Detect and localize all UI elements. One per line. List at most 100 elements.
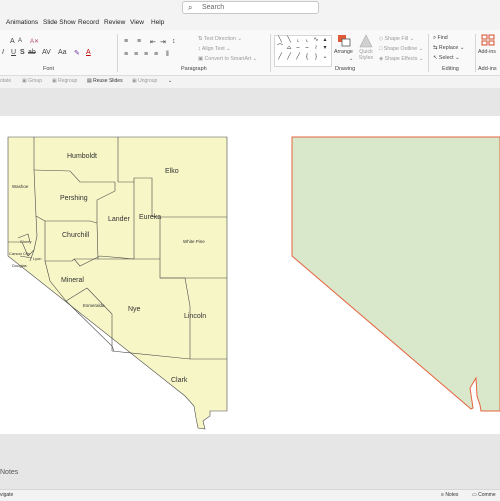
- search-icon: ⌕: [188, 3, 193, 12]
- group-label: Group: [28, 78, 43, 84]
- align-text-button[interactable]: ↕ Align Text ⌄: [198, 46, 231, 52]
- shape-fill-label: Shape Fill: [384, 36, 409, 42]
- scroll-up-icon[interactable]: ▴: [321, 37, 329, 44]
- county-label-carson-city: Carson City: [9, 251, 30, 256]
- tab-record[interactable]: Record: [78, 19, 99, 26]
- nevada-outline-counties[interactable]: [7, 136, 228, 430]
- tab-review[interactable]: Review: [104, 19, 125, 26]
- change-case-icon[interactable]: Aa: [58, 49, 67, 56]
- tab-animations[interactable]: Animations: [6, 19, 38, 26]
- replace-button[interactable]: ⇆ Replace ⌄: [433, 45, 464, 51]
- brace-shape-icon[interactable]: {: [303, 54, 311, 61]
- text-direction-button[interactable]: ⇅ Text Direction ⌄: [198, 36, 242, 42]
- gallery-more-icon[interactable]: ⌄: [321, 54, 329, 61]
- addins-icon[interactable]: [481, 34, 495, 46]
- group-label-font: Font: [43, 66, 55, 72]
- increase-indent-icon[interactable]: ⇥: [160, 38, 166, 46]
- elbow-connector-icon[interactable]: ⌞: [303, 37, 311, 44]
- search-input[interactable]: ⌕ Search: [182, 1, 319, 14]
- highlight-icon[interactable]: ✎: [74, 49, 80, 57]
- county-label-white-pine: White Pine: [183, 239, 205, 244]
- separator: [475, 34, 476, 72]
- scroll-down-icon[interactable]: ▾: [321, 45, 329, 52]
- align-text-label: Align Text: [201, 46, 225, 52]
- convert-smartart-button[interactable]: ▣ Convert to SmartArt ⌄: [198, 56, 257, 62]
- find-button[interactable]: ⌕ Find: [433, 35, 448, 42]
- line-shape-icon[interactable]: ╲: [276, 37, 284, 44]
- comments-button[interactable]: ▭ Comme: [472, 492, 496, 498]
- quick-styles-label[interactable]: Quick Styles: [357, 49, 375, 61]
- county-label-mineral: Mineral: [61, 277, 84, 284]
- brace-shape-icon[interactable]: }: [312, 54, 320, 61]
- shape-fill-button[interactable]: ◇ Shape Fill ⌄: [379, 36, 414, 42]
- county-label-lincoln: Lincoln: [184, 313, 207, 320]
- county-map[interactable]: [7, 136, 228, 430]
- notes-pane[interactable]: Notes: [0, 469, 18, 476]
- slide-canvas[interactable]: Humboldt Elko Washoe Pershing Lander Eur…: [0, 116, 500, 434]
- arrange-button-label[interactable]: Arrange: [334, 49, 353, 55]
- tab-help[interactable]: Help: [151, 19, 164, 26]
- underline-icon[interactable]: U: [11, 49, 16, 56]
- font-name-box[interactable]: [0, 38, 110, 46]
- separator: [428, 34, 429, 72]
- county-label-lyon: Lyon: [33, 256, 42, 261]
- curve-shape-icon[interactable]: ⌓: [285, 45, 293, 52]
- notes-button[interactable]: ≡ Notes: [441, 492, 458, 498]
- ungroup-button[interactable]: ▣ Ungroup: [132, 78, 157, 84]
- ungroup-label: Ungroup: [138, 78, 158, 84]
- strikethrough-icon[interactable]: ab: [28, 49, 36, 56]
- group-button[interactable]: ▣ Group: [22, 78, 42, 84]
- county-label-douglas: Douglas: [12, 263, 27, 268]
- ribbon: I U S ab AV Aa ✎ A A A A✕ Font ≡ ≡ ⇤ ⇥ ↕…: [0, 30, 500, 76]
- shape-effects-label: Shape Effects: [384, 56, 418, 62]
- curve-shape-icon[interactable]: ⌒: [276, 45, 284, 52]
- increase-font-icon[interactable]: A: [10, 38, 15, 45]
- connector-shape-icon[interactable]: ╱: [294, 54, 302, 61]
- group-label-drawing: Drawing: [335, 66, 356, 72]
- reuse-slides-button[interactable]: ▤ Reuse Slides: [87, 78, 123, 84]
- curve-shape-icon[interactable]: ∿: [312, 37, 320, 44]
- italic-icon[interactable]: I: [2, 49, 4, 56]
- arc-shape-icon[interactable]: ⌣: [303, 45, 311, 52]
- customize-toolbar-icon[interactable]: ⌄: [168, 78, 172, 84]
- menu-bar: Animations Slide Show Record Review View…: [0, 16, 500, 30]
- connector-shape-icon[interactable]: ╱: [285, 54, 293, 61]
- arc-shape-icon[interactable]: ⌢: [294, 45, 302, 52]
- tab-view[interactable]: View: [130, 19, 144, 26]
- county-label-nye: Nye: [128, 306, 141, 313]
- font-color-icon[interactable]: A: [86, 49, 91, 56]
- group-label-editing: Editing: [442, 66, 459, 72]
- select-button[interactable]: ↖ Select ⌄: [433, 55, 460, 61]
- tab-slide-show[interactable]: Slide Show: [43, 19, 76, 26]
- bullets-icon[interactable]: ≡: [124, 38, 128, 45]
- regroup-button[interactable]: ▣ Regroup: [52, 78, 77, 84]
- line-spacing-icon[interactable]: ↕: [172, 38, 176, 45]
- freeform-shape-icon[interactable]: ≀: [312, 45, 320, 52]
- align-right-icon[interactable]: ≡: [144, 51, 148, 58]
- quick-styles-icon[interactable]: [359, 34, 373, 48]
- decrease-font-icon[interactable]: A: [18, 38, 22, 44]
- arrange-icon[interactable]: [335, 34, 353, 48]
- numbering-icon[interactable]: ≡: [137, 38, 141, 45]
- justify-icon[interactable]: ≡: [154, 51, 158, 58]
- shadow-icon[interactable]: S: [20, 49, 25, 56]
- rotate-button[interactable]: otate: [0, 78, 11, 84]
- convert-smartart-label: Convert to SmartArt: [204, 56, 252, 62]
- line-shape-icon[interactable]: ╲: [285, 37, 293, 44]
- elbow-connector-icon[interactable]: ⌞: [294, 37, 302, 44]
- character-spacing-icon[interactable]: AV: [42, 49, 51, 56]
- clear-formatting-icon[interactable]: A✕: [30, 38, 39, 45]
- shape-effects-button[interactable]: ◈ Shape Effects ⌄: [379, 56, 423, 62]
- connector-shape-icon[interactable]: ╱: [276, 54, 284, 61]
- shape-outline-label: Shape Outline: [383, 46, 418, 52]
- shape-outline-button[interactable]: □ Shape Outline ⌄: [379, 46, 423, 52]
- decrease-indent-icon[interactable]: ⇤: [150, 38, 156, 46]
- addins-button-label[interactable]: Add-ins: [478, 49, 496, 55]
- shapes-gallery[interactable]: ╲ ╲ ⌞ ⌞ ∿ ▴ ⌒ ⌓ ⌢ ⌣ ≀ ▾ ╱ ╱ ╱ { } ⌄: [274, 35, 332, 67]
- navigate-label[interactable]: vigate: [0, 492, 13, 498]
- align-left-icon[interactable]: ≡: [124, 51, 128, 58]
- nevada-state-shape[interactable]: [291, 136, 500, 412]
- columns-icon[interactable]: ‖: [166, 51, 169, 58]
- align-center-icon[interactable]: ≡: [134, 51, 138, 58]
- county-label-storey: Storey: [20, 239, 32, 244]
